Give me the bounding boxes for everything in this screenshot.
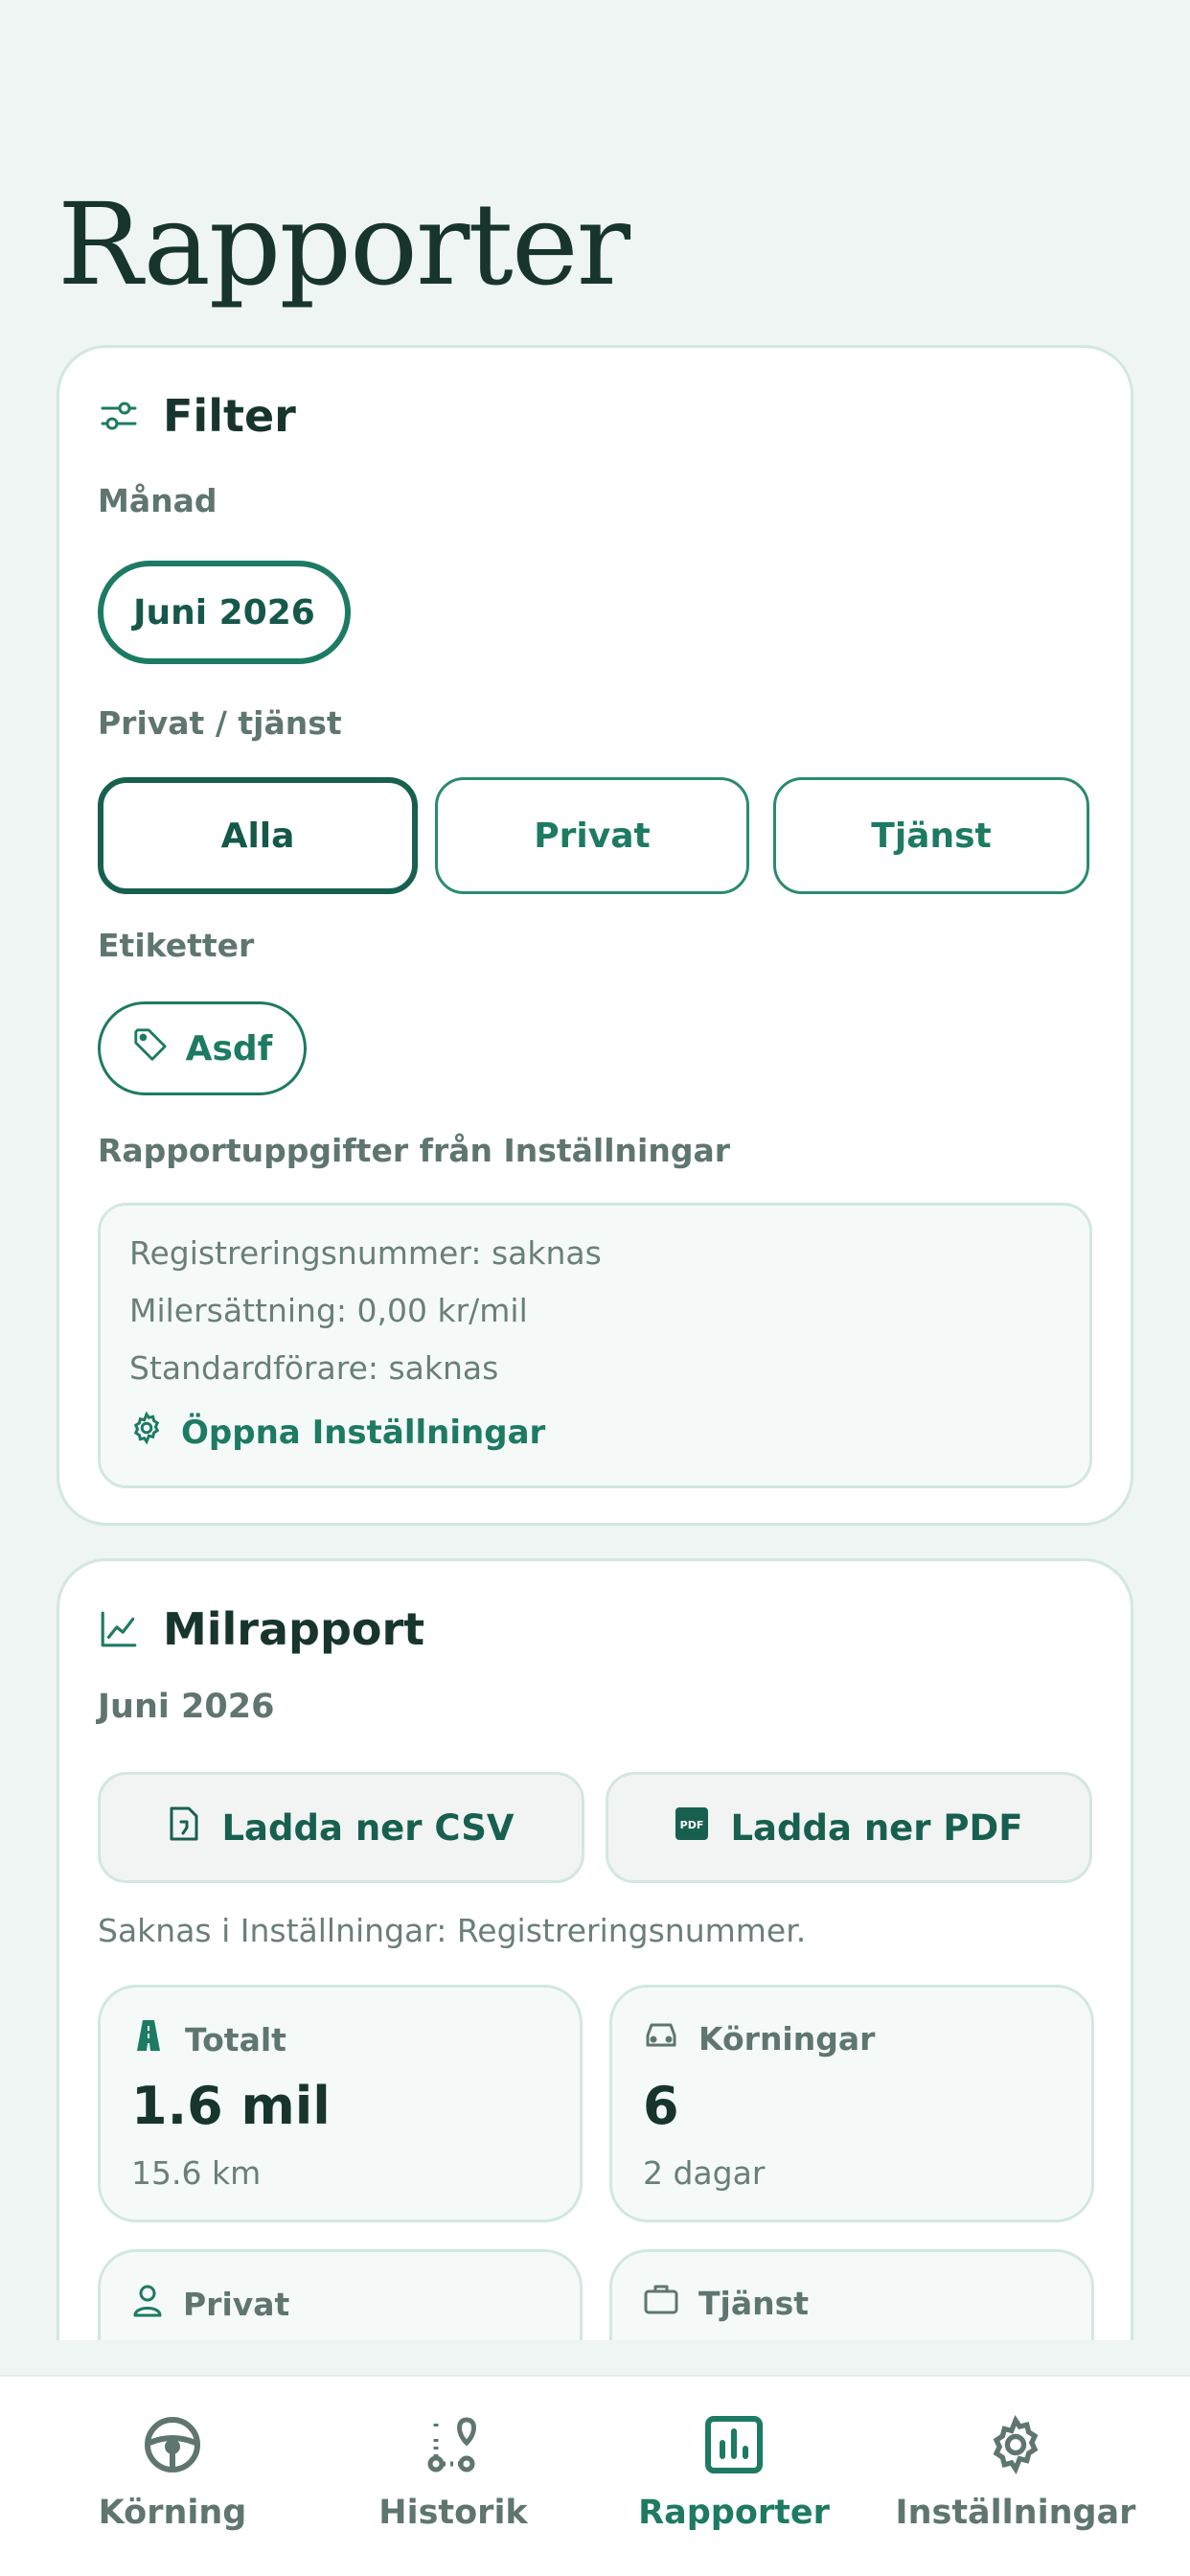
- tab-rapporter[interactable]: Rapporter: [590, 2411, 878, 2532]
- month-value: Juni 2026: [133, 592, 315, 632]
- mileage-report-card: Milrapport Juni 2026 Ladda ner CSV PDF L…: [57, 1558, 1133, 2340]
- route-icon: [420, 2411, 487, 2478]
- report-period: Juni 2026: [98, 1688, 275, 1726]
- type-label: Privat / tjänst: [98, 704, 342, 742]
- download-csv-button[interactable]: Ladda ner CSV: [98, 1772, 584, 1883]
- type-option-tjanst-label: Tjänst: [871, 816, 992, 856]
- tab-historik-label: Historik: [378, 2494, 528, 2532]
- type-option-alla-label: Alla: [220, 816, 295, 856]
- download-pdf-label: Ladda ner PDF: [730, 1806, 1023, 1849]
- stat-private-label: Privat: [183, 2285, 290, 2323]
- stat-business-label: Tjänst: [698, 2284, 810, 2322]
- open-settings-link[interactable]: Öppna Inställningar: [129, 1411, 545, 1454]
- month-selector[interactable]: Juni 2026: [98, 561, 351, 664]
- info-default-driver: Standardförare: saknas: [129, 1349, 499, 1387]
- scroll-area[interactable]: Rapporter Filter Månad Juni 2026 Privat …: [0, 0, 1190, 2340]
- info-mileage-rate: Milersättning: 0,00 kr/mil: [129, 1292, 528, 1329]
- briefcase-icon: [643, 2283, 679, 2323]
- page-title: Rapporter: [57, 178, 630, 310]
- type-option-privat-label: Privat: [534, 816, 651, 856]
- filter-card: Filter Månad Juni 2026 Privat / tjänst A…: [57, 345, 1133, 1526]
- type-option-tjanst[interactable]: Tjänst: [773, 777, 1089, 894]
- open-settings-label: Öppna Inställningar: [181, 1413, 546, 1452]
- tags-label: Etiketter: [98, 927, 255, 964]
- download-pdf-button[interactable]: PDF Ladda ner PDF: [606, 1772, 1092, 1883]
- stat-trips: Körningar 6 2 dagar: [609, 1985, 1094, 2222]
- car-icon: [643, 2018, 679, 2058]
- gear-icon: [982, 2411, 1049, 2478]
- stat-trips-label: Körningar: [698, 2019, 876, 2058]
- line-chart-icon: [98, 1608, 140, 1650]
- tab-korning[interactable]: Körning: [29, 2411, 316, 2532]
- gear-icon: [129, 1411, 164, 1454]
- svg-text:PDF: PDF: [680, 1819, 704, 1831]
- stat-private: Privat: [98, 2249, 583, 2340]
- report-settings-label: Rapportuppgifter från Inställningar: [98, 1132, 731, 1169]
- filter-header: Filter: [98, 390, 296, 442]
- download-csv-label: Ladda ner CSV: [221, 1806, 515, 1849]
- tab-historik[interactable]: Historik: [309, 2411, 597, 2532]
- tab-rapporter-label: Rapporter: [638, 2494, 830, 2532]
- bar-chart-icon: [700, 2411, 767, 2478]
- tag-chip-asdf[interactable]: Asdf: [98, 1001, 307, 1095]
- csv-file-icon: [168, 1806, 200, 1851]
- tag-icon: [132, 1026, 169, 1071]
- stat-trips-value: 6: [643, 2076, 679, 2136]
- stat-business: Tjänst: [609, 2249, 1094, 2340]
- type-option-privat[interactable]: Privat: [435, 777, 749, 894]
- stat-total-sub: 15.6 km: [131, 2154, 262, 2192]
- tag-chip-label: Asdf: [185, 1028, 273, 1069]
- report-settings-box: Registreringsnummer: saknas Milersättnin…: [98, 1203, 1092, 1488]
- pdf-file-icon: PDF: [675, 1806, 709, 1850]
- stat-total-label: Totalt: [185, 2020, 286, 2058]
- tab-bar: Körning Historik Rapporter Inställningar: [0, 2375, 1190, 2576]
- filter-title: Filter: [163, 390, 296, 442]
- tab-korning-label: Körning: [98, 2494, 247, 2532]
- stat-total-value: 1.6 mil: [131, 2076, 331, 2136]
- stat-trips-sub: 2 dagar: [643, 2154, 766, 2192]
- missing-settings-note: Saknas i Inställningar: Registreringsnum…: [98, 1912, 807, 1949]
- report-header: Milrapport: [98, 1603, 424, 1655]
- report-title: Milrapport: [163, 1603, 425, 1655]
- month-label: Månad: [98, 482, 217, 519]
- steering-wheel-icon: [139, 2411, 206, 2478]
- stat-total: Totalt 1.6 mil 15.6 km: [98, 1985, 583, 2222]
- road-icon: [131, 2018, 166, 2060]
- info-registration: Registreringsnummer: saknas: [129, 1234, 602, 1272]
- type-option-alla[interactable]: Alla: [98, 777, 418, 894]
- person-icon: [131, 2283, 164, 2325]
- sliders-icon: [98, 395, 140, 437]
- tab-installningar[interactable]: Inställningar: [872, 2411, 1159, 2532]
- tab-installningar-label: Inställningar: [895, 2494, 1136, 2532]
